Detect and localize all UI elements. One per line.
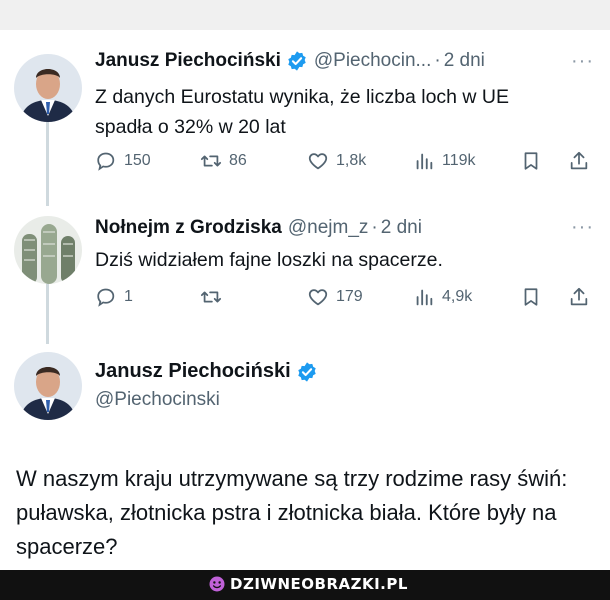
avatar[interactable] [14, 352, 82, 420]
author-name[interactable]: Janusz Piechociński [95, 360, 291, 383]
share-button[interactable] [568, 150, 590, 172]
tweet-text: Dziś widziałem fajne loszki na spacerze. [95, 249, 443, 271]
tweet-actions: 1 179 4,9k [95, 286, 595, 314]
like-button[interactable]: 179 [307, 286, 363, 308]
separator: · [371, 217, 378, 238]
author-name-row: Janusz Piechociński [95, 360, 318, 383]
timestamp[interactable]: 2 dni [444, 49, 485, 73]
reply-button[interactable]: 1 [95, 286, 133, 308]
avatar[interactable] [14, 216, 82, 284]
like-icon [308, 153, 328, 170]
views-count: 119k [442, 152, 476, 169]
views-button[interactable]: 119k [413, 150, 476, 172]
site-watermark: DZIWNEOBRAZKI.PL [208, 575, 408, 593]
smiley-icon [209, 576, 225, 592]
thread-line [46, 118, 49, 206]
more-icon[interactable]: ··· [571, 216, 594, 239]
like-button[interactable]: 1,8k [307, 150, 366, 172]
like-count: 179 [336, 288, 363, 305]
reply-button[interactable]: 150 [95, 150, 151, 172]
like-count: 1,8k [336, 152, 367, 169]
bookmark-icon [524, 152, 538, 170]
tweet-text: W naszym kraju utrzymywane są trzy rodzi… [16, 466, 568, 559]
reply-icon [97, 152, 115, 171]
author-handle[interactable]: @Piechocin... [314, 49, 432, 73]
views-icon [416, 153, 433, 170]
author-name[interactable]: Janusz Piechociński [95, 49, 281, 73]
share-icon [570, 287, 588, 306]
like-icon [308, 289, 328, 306]
avatar[interactable] [14, 54, 82, 122]
more-icon[interactable]: ··· [571, 50, 594, 73]
views-button[interactable]: 4,9k [413, 286, 472, 308]
retweet-button[interactable] [200, 286, 229, 308]
share-icon [570, 151, 588, 170]
reply-count: 150 [124, 152, 151, 169]
retweet-button[interactable]: 86 [200, 150, 247, 172]
tweet-header: Nołnejm z Grodziska @nejm_z · 2 dni [95, 216, 422, 240]
tweet-header: Janusz Piechociński @Piechocin... · 2 dn… [95, 49, 485, 73]
views-icon [416, 289, 433, 306]
author-handle[interactable]: @nejm_z [288, 216, 369, 240]
retweet-count: 86 [229, 152, 247, 169]
reply-icon [97, 288, 115, 307]
tweet-text: Z danych Eurostatu wynika, że liczba loc… [95, 86, 510, 138]
bookmark-button[interactable] [520, 286, 542, 308]
bookmark-button[interactable] [520, 150, 542, 172]
top-bar [0, 0, 610, 30]
thread-line [46, 284, 49, 344]
views-count: 4,9k [442, 288, 473, 305]
verified-badge-icon [288, 51, 306, 71]
retweet-icon [200, 155, 222, 167]
share-button[interactable] [568, 286, 590, 308]
separator: · [434, 50, 441, 71]
timestamp[interactable]: 2 dni [381, 216, 422, 240]
tweet-actions: 150 86 1,8k 119k [95, 150, 595, 178]
retweet-icon [200, 291, 222, 303]
verified-badge-icon [297, 361, 316, 382]
bookmark-icon [524, 288, 538, 306]
brand-label: DZIWNEOBRAZKI.PL [230, 575, 408, 593]
author-handle[interactable]: @Piechocinski [95, 389, 220, 411]
author-name[interactable]: Nołnejm z Grodziska [95, 216, 282, 240]
reply-count: 1 [124, 288, 133, 305]
